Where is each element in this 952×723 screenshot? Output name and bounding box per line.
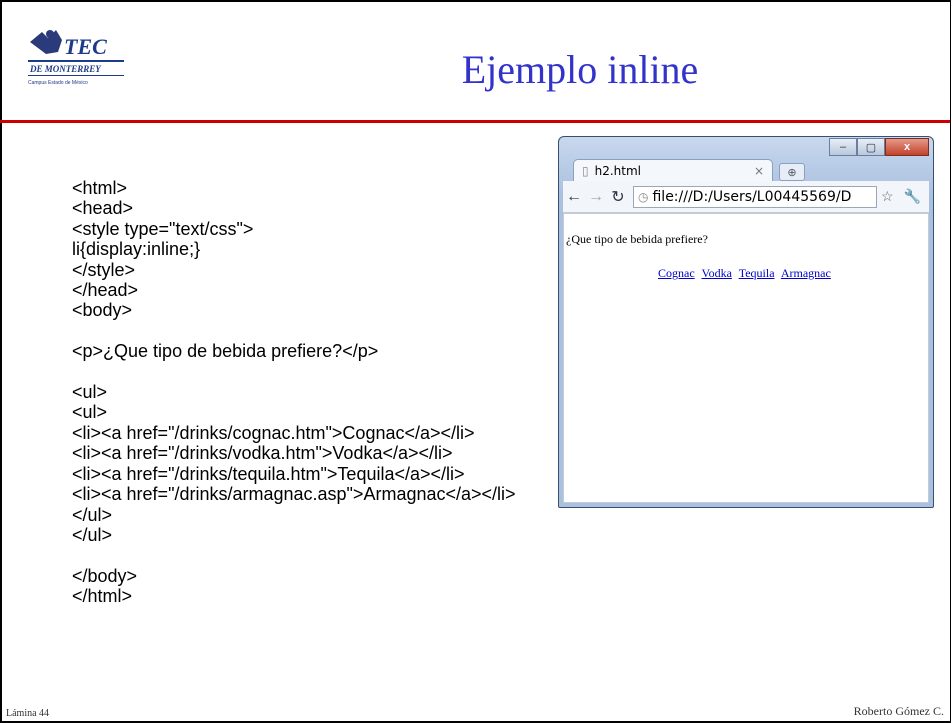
- page-content: ¿Que tipo de bebida prefiere? Cognac Vod…: [563, 213, 929, 503]
- slide-number: Lámina 44: [6, 708, 50, 719]
- address-text: file:///D:/Users/L00445569/D: [652, 188, 852, 205]
- page-icon: ▯: [582, 163, 589, 178]
- close-button[interactable]: x: [885, 138, 929, 156]
- code-line: </head>: [72, 280, 139, 301]
- drink-links: Cognac Vodka Tequila Armagnac: [658, 266, 835, 281]
- bookmark-star-icon[interactable]: ☆: [881, 188, 894, 205]
- link-cognac[interactable]: Cognac: [658, 266, 695, 280]
- code-line: <ul>: [72, 382, 108, 403]
- code-line: <li><a href="/drinks/tequila.htm">Tequil…: [72, 463, 465, 484]
- code-line: <li><a href="/drinks/cognac.htm">Cognac<…: [72, 422, 475, 443]
- browser-window: – ▢ x ▯ h2.html × ⊕ ← → ↻ ◷ file:///D:/U…: [558, 136, 934, 508]
- code-line: <head>: [72, 198, 134, 219]
- link-vodka[interactable]: Vodka: [701, 266, 731, 280]
- address-bar[interactable]: ◷ file:///D:/Users/L00445569/D: [633, 185, 877, 208]
- page-info-icon: ◷: [638, 189, 649, 204]
- code-line: </html>: [72, 586, 133, 607]
- code-line: <body>: [72, 300, 133, 321]
- code-block: <html> <head> <style type="text/css"> li{di…: [72, 178, 516, 607]
- window-controls: – ▢ x: [829, 138, 929, 156]
- code-line: </style>: [72, 259, 136, 280]
- new-tab-button[interactable]: ⊕: [779, 163, 805, 181]
- code-line: <li><a href="/drinks/armagnac.asp">Armag…: [72, 484, 516, 505]
- link-tequila[interactable]: Tequila: [739, 266, 775, 280]
- content-paragraph: ¿Que tipo de bebida prefiere?: [566, 232, 708, 246]
- author-name: Roberto Gómez C.: [853, 704, 944, 718]
- maximize-button[interactable]: ▢: [857, 138, 885, 156]
- svg-text:Campus Estado de México: Campus Estado de México: [28, 80, 88, 86]
- minimize-button[interactable]: –: [829, 138, 857, 156]
- browser-toolbar: ← → ↻ ◷ file:///D:/Users/L00445569/D ☆ 🔧: [563, 181, 929, 213]
- code-line: <html>: [72, 178, 128, 198]
- code-line: <style type="text/css">: [72, 218, 254, 239]
- code-line: <ul>: [72, 402, 108, 423]
- browser-tab[interactable]: ▯ h2.html ×: [573, 159, 773, 181]
- code-line: </ul>: [72, 504, 113, 525]
- slide-title: Ejemplo inline: [461, 47, 699, 92]
- tab-title: h2.html: [594, 163, 641, 178]
- code-line: <p>¿Que tipo de bebida prefiere?</p>: [72, 341, 379, 362]
- code-line: li{display:inline;}: [72, 239, 201, 260]
- svg-text:TEC: TEC: [64, 34, 107, 59]
- tab-close-icon[interactable]: ×: [754, 164, 764, 178]
- wrench-menu-icon[interactable]: 🔧: [904, 188, 921, 205]
- link-armagnac[interactable]: Armagnac: [781, 266, 831, 280]
- title-divider: [0, 120, 950, 123]
- code-line: </body>: [72, 565, 138, 586]
- svg-text:DE MONTERREY: DE MONTERREY: [29, 64, 102, 74]
- code-line: <li><a href="/drinks/vodka.htm">Vodka</a…: [72, 443, 453, 464]
- tec-logo: TEC DE MONTERREY Campus Estado de México: [28, 30, 124, 86]
- back-icon[interactable]: ←: [563, 188, 585, 206]
- reload-icon[interactable]: ↻: [607, 187, 629, 207]
- forward-icon[interactable]: →: [585, 188, 607, 206]
- code-line: </ul>: [72, 524, 113, 545]
